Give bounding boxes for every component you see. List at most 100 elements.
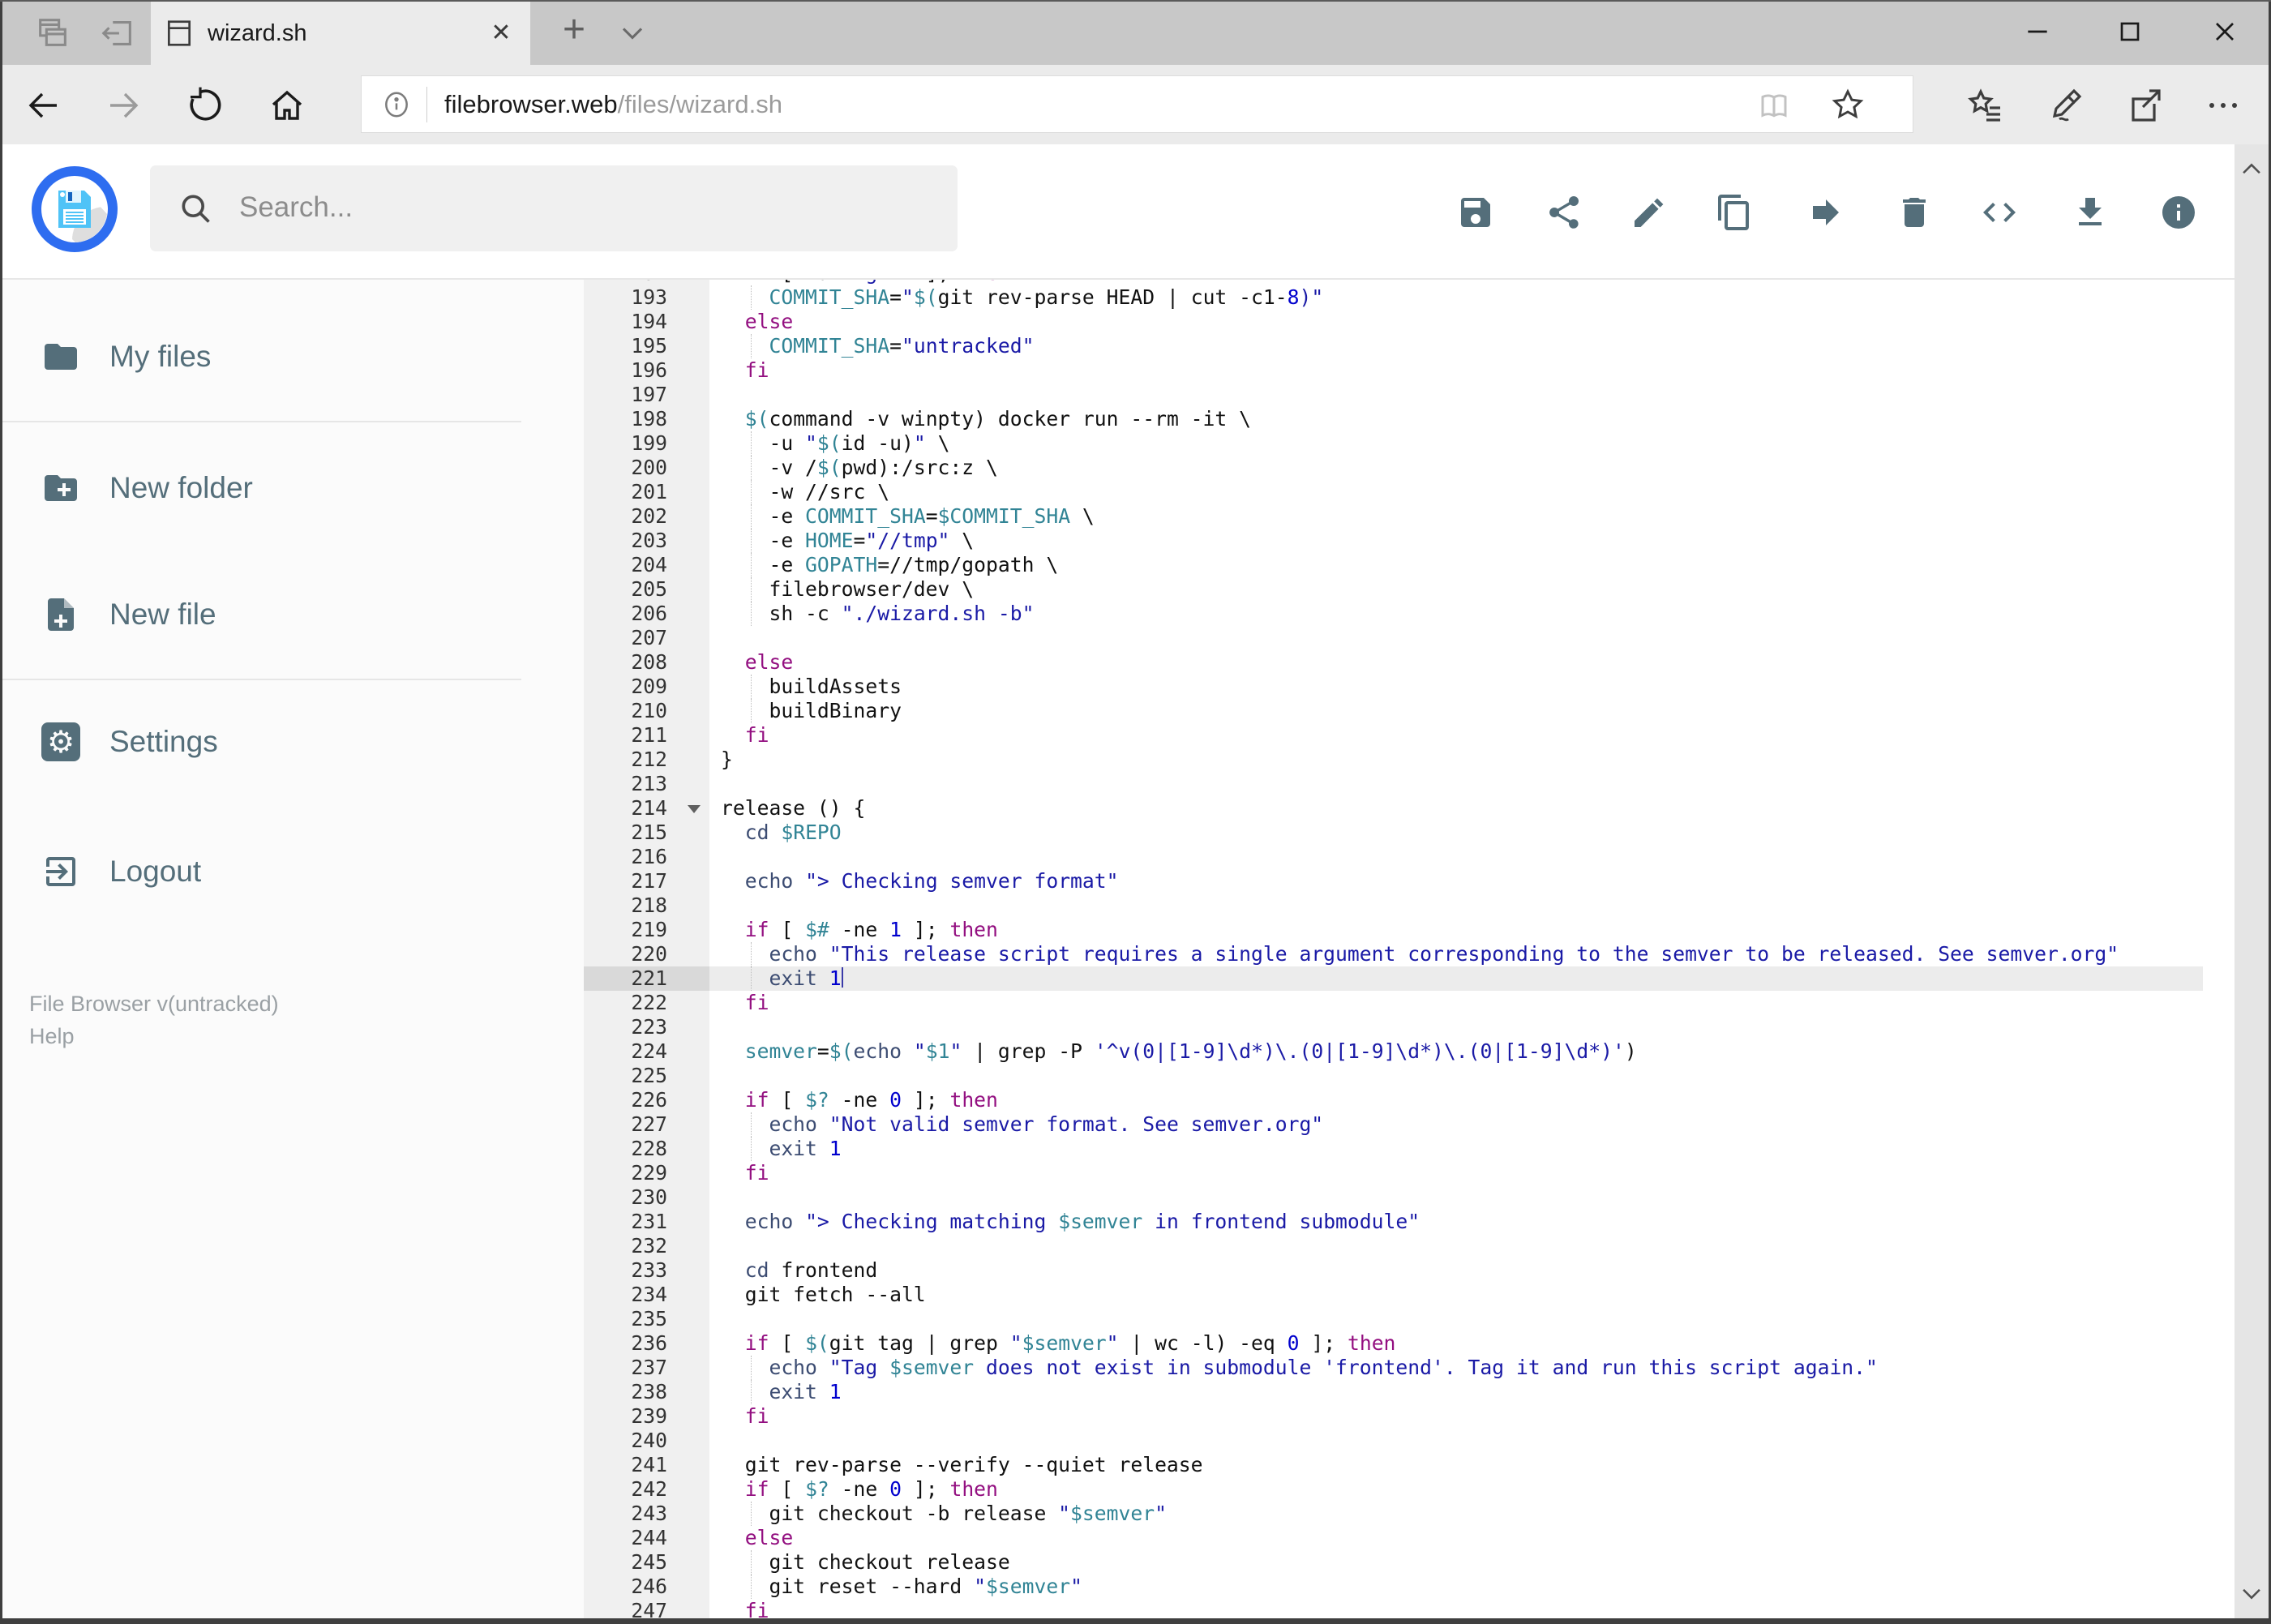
- code-line[interactable]: sh -c "./wizard.sh -b": [709, 602, 2203, 626]
- code-line[interactable]: COMMIT_SHA="$(git rev-parse HEAD | cut -…: [709, 285, 2203, 310]
- raw-code-button[interactable]: [1980, 193, 2019, 232]
- scroll-down-icon[interactable]: [2238, 1579, 2265, 1607]
- tab-wizard-sh[interactable]: wizard.sh ✕: [150, 2, 531, 65]
- site-info-icon[interactable]: [381, 89, 412, 120]
- page-scrollbar[interactable]: [2235, 144, 2269, 1618]
- code-line[interactable]: release () {: [709, 796, 2203, 821]
- menu-ellipsis-icon[interactable]: [2204, 86, 2243, 125]
- code-line[interactable]: [709, 845, 2203, 869]
- code-line[interactable]: if [ $# -ne 1 ]; then: [709, 918, 2203, 942]
- code-line[interactable]: git checkout release: [709, 1550, 2203, 1575]
- code-line[interactable]: if [ $? -ne 0 ]; then: [709, 1477, 2203, 1502]
- code-line[interactable]: COMMIT_SHA="untracked": [709, 334, 2203, 358]
- code-line[interactable]: [709, 626, 2203, 650]
- code-line[interactable]: [709, 1307, 2203, 1331]
- code-line[interactable]: buildAssets: [709, 675, 2203, 699]
- window-close-button[interactable]: [2187, 0, 2263, 63]
- code-line[interactable]: [709, 772, 2203, 796]
- maximize-button[interactable]: [2092, 0, 2168, 63]
- set-tabs-aside-button[interactable]: [99, 15, 136, 52]
- code-line[interactable]: exit 1: [709, 1137, 2203, 1161]
- save-button[interactable]: [1456, 193, 1495, 232]
- tab-previews-button[interactable]: [34, 15, 71, 52]
- refresh-button[interactable]: [185, 86, 224, 125]
- code-line[interactable]: [709, 1429, 2203, 1453]
- code-line[interactable]: fi: [709, 723, 2203, 748]
- code-line[interactable]: fi: [709, 991, 2203, 1015]
- code-line[interactable]: git checkout -b release "$semver": [709, 1502, 2203, 1526]
- share-button[interactable]: [1545, 193, 1583, 232]
- search-box[interactable]: Search...: [150, 165, 958, 251]
- code-line[interactable]: git fetch --all: [709, 1283, 2203, 1307]
- reading-view-icon[interactable]: [1757, 88, 1791, 122]
- code-line[interactable]: fi: [709, 1599, 2203, 1618]
- copy-button[interactable]: [1715, 193, 1754, 232]
- home-button[interactable]: [268, 86, 306, 125]
- code-line[interactable]: -v /$(pwd):/src:z \: [709, 456, 2203, 480]
- code-line[interactable]: cd frontend: [709, 1258, 2203, 1283]
- download-button[interactable]: [2071, 193, 2110, 232]
- code-line[interactable]: git rev-parse --verify --quiet release: [709, 1453, 2203, 1477]
- code-line[interactable]: -w //src \: [709, 480, 2203, 504]
- code-line[interactable]: [709, 1015, 2203, 1039]
- code-line[interactable]: $(command -v winpty) docker run --rm -it…: [709, 407, 2203, 431]
- code-line[interactable]: filebrowser/dev \: [709, 577, 2203, 602]
- code-line[interactable]: echo "This release script requires a sin…: [709, 942, 2203, 966]
- code-line[interactable]: semver=$(echo "$1" | grep -P '^v(0|[1-9]…: [709, 1039, 2203, 1064]
- code-line[interactable]: -e HOME="//tmp" \: [709, 529, 2203, 553]
- sidebar-item-logout[interactable]: Logout: [2, 835, 584, 908]
- code-line[interactable]: -e COMMIT_SHA=$COMMIT_SHA \: [709, 504, 2203, 529]
- rename-button[interactable]: [1630, 193, 1669, 232]
- filebrowser-logo[interactable]: [29, 164, 120, 255]
- code-line[interactable]: [709, 383, 2203, 407]
- code-line[interactable]: fi: [709, 1161, 2203, 1185]
- delete-button[interactable]: [1895, 193, 1934, 232]
- code-line[interactable]: exit 1: [709, 966, 2203, 991]
- code-line[interactable]: else: [709, 650, 2203, 675]
- code-line[interactable]: fi: [709, 358, 2203, 383]
- fold-arrow-icon[interactable]: [688, 805, 701, 813]
- code-line[interactable]: [709, 1064, 2203, 1088]
- favorite-star-icon[interactable]: [1830, 87, 1866, 122]
- code-line[interactable]: if [ $(git tag | grep "$semver" | wc -l)…: [709, 1331, 2203, 1356]
- code-line[interactable]: echo "Not valid semver format. See semve…: [709, 1112, 2203, 1137]
- code-line[interactable]: else: [709, 310, 2203, 334]
- move-button[interactable]: [1806, 193, 1845, 232]
- code-line[interactable]: [709, 1185, 2203, 1210]
- sidebar-item-settings[interactable]: ⚙ Settings: [2, 705, 584, 778]
- sidebar-item-new-file[interactable]: New file: [2, 578, 584, 651]
- code-line[interactable]: git reset --hard "$semver": [709, 1575, 2203, 1599]
- code-line[interactable]: buildBinary: [709, 699, 2203, 723]
- code-line[interactable]: echo "> Checking semver format": [709, 869, 2203, 893]
- code-line[interactable]: if [ -d ".git" ]; then: [709, 280, 2203, 285]
- scroll-up-icon[interactable]: [2238, 156, 2265, 183]
- code-line[interactable]: -u "$(id -u)" \: [709, 431, 2203, 456]
- help-link[interactable]: Help: [29, 1024, 75, 1049]
- tab-close-icon[interactable]: ✕: [483, 2, 519, 65]
- hub-favorites-icon[interactable]: [1966, 86, 2005, 125]
- code-line[interactable]: echo "> Checking matching $semver in fro…: [709, 1210, 2203, 1234]
- info-button[interactable]: [2159, 193, 2198, 232]
- sidebar-item-new-folder[interactable]: New folder: [2, 452, 584, 525]
- share-page-icon[interactable]: [2125, 86, 2164, 125]
- code-line[interactable]: -e GOPATH=//tmp/gopath \: [709, 553, 2203, 577]
- code-line[interactable]: if [ $? -ne 0 ]; then: [709, 1088, 2203, 1112]
- code-line[interactable]: exit 1: [709, 1380, 2203, 1404]
- url-text[interactable]: filebrowser.web/files/wizard.sh: [444, 76, 782, 132]
- sidebar-item-my-files[interactable]: My files: [2, 320, 584, 393]
- new-tab-button[interactable]: +: [550, 0, 598, 60]
- code-line[interactable]: fi: [709, 1404, 2203, 1429]
- code-line[interactable]: else: [709, 1526, 2203, 1550]
- back-button[interactable]: [24, 86, 63, 125]
- minimize-button[interactable]: [1999, 0, 2076, 63]
- code-line[interactable]: [709, 893, 2203, 918]
- address-bar[interactable]: filebrowser.web/files/wizard.sh: [361, 75, 1913, 133]
- tab-list-chevron-icon[interactable]: [615, 15, 650, 50]
- code-editor[interactable]: 192 if [ -d ".git" ]; then193 COMMIT_SHA…: [584, 280, 2203, 1618]
- forward-button[interactable]: [104, 86, 143, 125]
- code-line[interactable]: [709, 1234, 2203, 1258]
- code-line[interactable]: cd $REPO: [709, 821, 2203, 845]
- web-notes-pen-icon[interactable]: [2046, 86, 2085, 125]
- code-line[interactable]: }: [709, 748, 2203, 772]
- code-line[interactable]: echo "Tag $semver does not exist in subm…: [709, 1356, 2203, 1380]
